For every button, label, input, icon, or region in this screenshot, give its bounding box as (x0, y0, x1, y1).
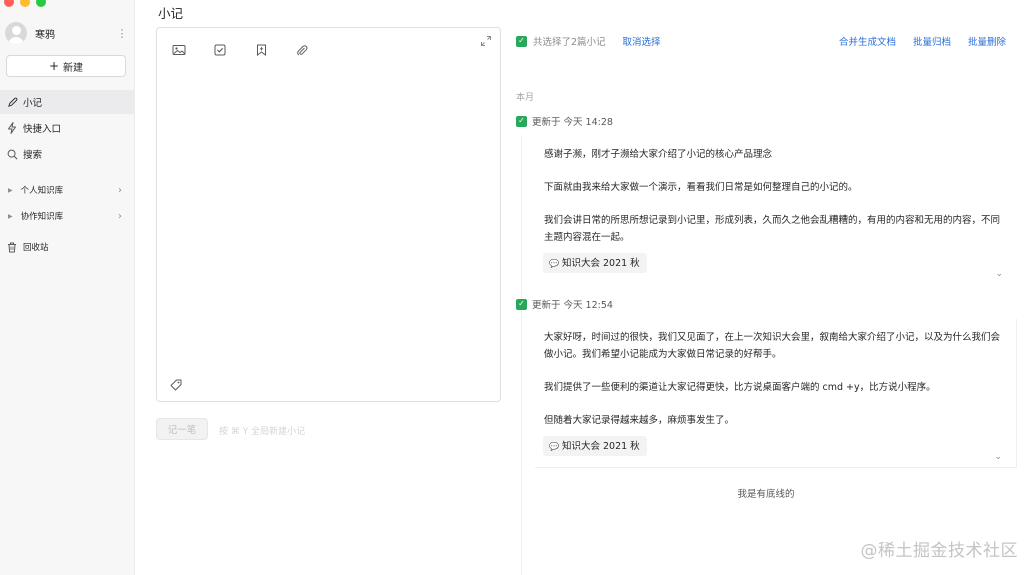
sidebar-item-search[interactable]: 搜索 (0, 142, 134, 166)
plus-icon: + (48, 59, 60, 73)
image-icon[interactable] (171, 42, 187, 58)
sidebar-item-notes[interactable]: 小记 (0, 90, 134, 114)
cancel-selection-link[interactable]: 取消选择 (623, 34, 661, 48)
caret-right-icon: ▶ (8, 186, 13, 194)
selection-summary: 共选择了2篇小记 (533, 37, 606, 48)
timeline-divider (521, 135, 522, 575)
sidebar-item-trash[interactable]: 回收站 (0, 235, 134, 259)
more-icon[interactable]: ⋮ (116, 28, 128, 39)
paperclip-icon[interactable] (294, 42, 310, 58)
note-tag[interactable]: 💬 知识大会 2021 秋 (543, 253, 647, 273)
maximize-window-icon[interactable] (36, 0, 46, 7)
chevron-down-icon[interactable]: ⌄ (994, 449, 1002, 466)
user-name: 寒鸦 (35, 29, 55, 41)
note-paragraph: 我们提供了一些便利的渠道让大家记得更快，比方说桌面客户端的 cmd +y，比方说… (544, 382, 936, 393)
user-profile[interactable]: 寒鸦 ⋮ (5, 20, 128, 46)
note-tag-label: 知识大会 2021 秋 (561, 257, 640, 269)
sidebar-item-shortcuts[interactable]: 快捷入口 (0, 116, 134, 140)
sidebar-item-personal-kb[interactable]: ▶ 个人知识库 › (0, 178, 134, 202)
sidebar-item-team-kb[interactable]: ▶ 协作知识库 › (0, 204, 134, 228)
sidebar: 寒鸦 ⋮ + 新建 小记 快捷入口 搜索 ▶ 个人知识库 › ▶ 协作知识库 › (0, 0, 135, 575)
checkbox-icon[interactable] (212, 42, 228, 58)
sidebar-item-label: 搜索 (23, 150, 43, 161)
page-title: 小记 (158, 6, 184, 21)
note-paragraph: 感谢子濒，刚才子濒给大家介绍了小记的核心产品理念 (544, 149, 773, 160)
chevron-down-icon[interactable]: ⌄ (995, 266, 1003, 283)
sidebar-item-label: 快捷入口 (23, 124, 62, 135)
note-paragraph: 但随着大家记录得越来越多，麻烦事发生了。 (544, 415, 735, 426)
chevron-right-icon[interactable]: › (118, 185, 122, 196)
note-paragraph: 我们会讲日常的所思所想记录到小记里，形成列表，久而久之他会乱糟糟的，有用的内容和… (544, 215, 1001, 243)
batch-actions: 合并生成文档 批量归档 批量删除 (839, 34, 1006, 48)
avatar[interactable] (5, 22, 27, 44)
watermark: @稀土掘金技术社区 (860, 541, 1018, 561)
note-header: ✓ 更新于 今天 14:28 (516, 114, 613, 128)
batch-archive-link[interactable]: 批量归档 (913, 34, 951, 48)
bookmark-icon[interactable] (253, 42, 269, 58)
note-checkbox[interactable]: ✓ (516, 298, 527, 310)
comment-bubble-icon: 💬 (549, 441, 559, 451)
new-button-label: 新建 (63, 62, 84, 74)
note-header: ✓ 更新于 今天 12:54 (516, 297, 613, 311)
note-card[interactable]: 感谢子濒，刚才子濒给大家介绍了小记的核心产品理念 下面就由我来给大家做一个演示，… (535, 136, 1017, 284)
caret-right-icon: ▶ (8, 212, 13, 220)
pen-icon (6, 96, 18, 108)
note-updated-time: 更新于 今天 14:28 (532, 117, 613, 128)
close-window-icon[interactable] (4, 0, 14, 7)
note-updated-time: 更新于 今天 12:54 (532, 300, 613, 311)
search-icon (6, 148, 18, 160)
note-paragraph: 下面就由我来给大家做一个演示，看看我们日常是如何整理自己的小记的。 (544, 182, 858, 193)
note-editor[interactable] (156, 27, 501, 402)
note-card[interactable]: 大家好呀，时间过的很快，我们又见面了，在上一次知识大会里，叙南给大家介绍了小记，… (535, 319, 1017, 468)
batch-delete-link[interactable]: 批量删除 (968, 34, 1006, 48)
sidebar-item-label: 小记 (23, 98, 43, 109)
sidebar-item-label: 个人知识库 (20, 186, 64, 196)
minimize-window-icon[interactable] (20, 0, 30, 7)
note-paragraph: 大家好呀，时间过的很快，我们又见面了，在上一次知识大会里，叙南给大家介绍了小记，… (544, 332, 1001, 360)
note-tag-label: 知识大会 2021 秋 (561, 440, 640, 452)
sidebar-item-label: 协作知识库 (20, 212, 64, 222)
submit-note-button[interactable]: 记一笔 (156, 418, 208, 440)
end-of-list-text: 我是有底线的 (737, 489, 795, 500)
window-controls (4, 0, 46, 10)
lightning-icon (6, 122, 18, 134)
trash-icon (6, 241, 18, 253)
tag-icon[interactable] (170, 379, 182, 391)
selection-bar: ✓ 共选择了2篇小记 取消选择 (516, 34, 661, 48)
merge-to-doc-link[interactable]: 合并生成文档 (839, 34, 896, 48)
note-checkbox[interactable]: ✓ (516, 115, 527, 127)
month-label: 本月 (516, 93, 535, 103)
note-tag[interactable]: 💬 知识大会 2021 秋 (543, 436, 647, 456)
expand-icon[interactable] (480, 35, 492, 47)
sidebar-item-label: 回收站 (23, 243, 49, 253)
selected-check-icon[interactable]: ✓ (516, 35, 527, 47)
shortcut-hint: 按 ⌘ Y 全局新建小记 (219, 427, 306, 437)
chevron-right-icon[interactable]: › (118, 211, 122, 222)
comment-bubble-icon: 💬 (549, 258, 559, 268)
new-button[interactable]: + 新建 (6, 55, 126, 77)
